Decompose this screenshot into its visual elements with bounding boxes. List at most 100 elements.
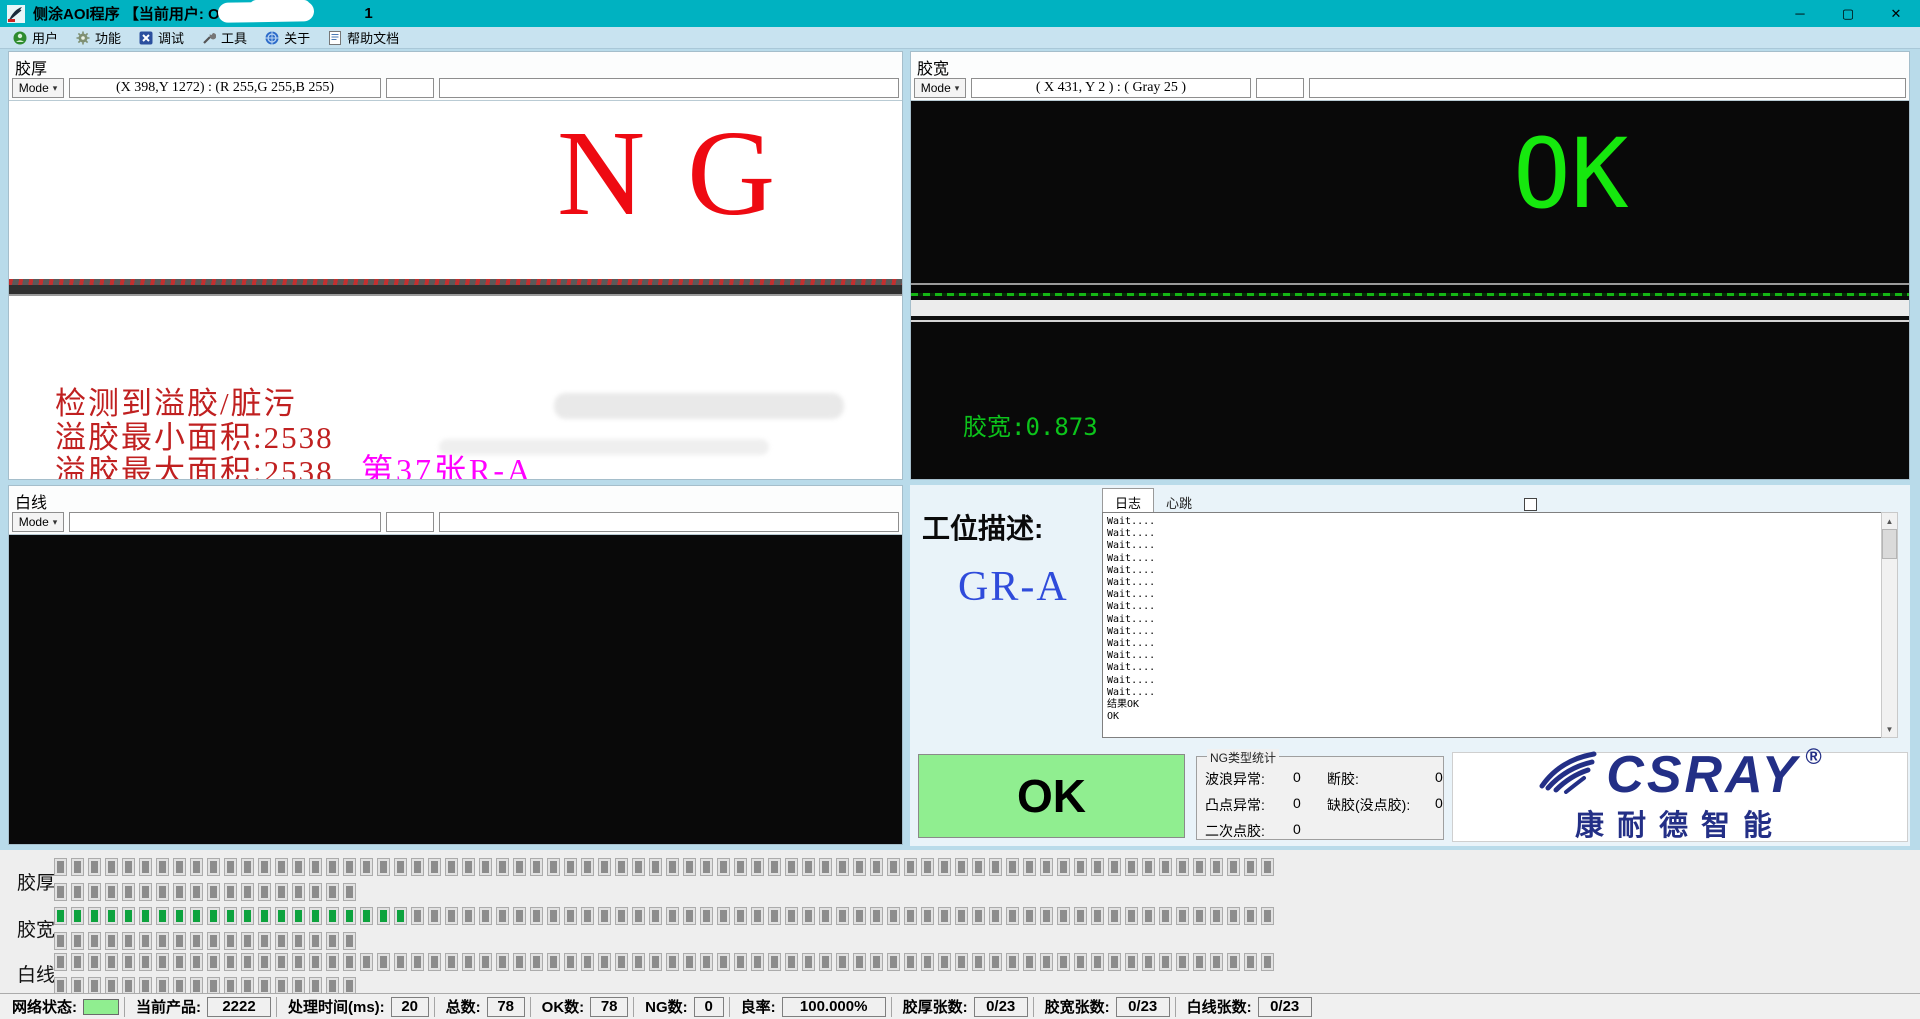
- maximize-button[interactable]: ▢: [1824, 0, 1872, 27]
- mode-dropdown[interactable]: Mode▾: [12, 512, 64, 532]
- status-value: 2222: [207, 997, 271, 1017]
- redaction-scribble: [250, 0, 310, 12]
- title-bar: 侧涂AOI程序 【当前用户: OEM】 编 1 ─ ▢ ✕: [0, 0, 1920, 27]
- panel-title: 白线: [9, 486, 902, 510]
- window-title-suffix: 1: [364, 5, 372, 22]
- progress-cell: [462, 858, 475, 876]
- mode-dropdown[interactable]: Mode▾: [914, 78, 966, 98]
- log-list[interactable]: Wait....Wait....Wait....Wait....Wait....…: [1102, 512, 1898, 738]
- status-label: 胶宽张数:: [1039, 996, 1116, 1017]
- progress-cell: [564, 907, 577, 925]
- progress-cell: [530, 858, 543, 876]
- toolbar-field-small: [1256, 78, 1304, 98]
- progress-cell: [1261, 907, 1274, 925]
- progress-cell: [258, 953, 271, 971]
- scrollbar-thumb[interactable]: [1882, 529, 1897, 559]
- pixel-readout-field: ( X 431, Y 2 ) : ( Gray 25 ): [971, 78, 1251, 98]
- progress-cell: [428, 907, 441, 925]
- progress-cell: [105, 907, 118, 925]
- progress-cell: [190, 883, 203, 901]
- panel-white-line: 白线 Mode▾: [8, 485, 903, 845]
- overall-result-button[interactable]: OK: [918, 754, 1185, 838]
- menu-label: 关于: [284, 28, 310, 47]
- progress-cell: [190, 953, 203, 971]
- stat-value: 0: [1293, 769, 1327, 789]
- menu-item-about[interactable]: 关于: [256, 26, 319, 49]
- progress-cell: [1125, 907, 1138, 925]
- progress-cell: [836, 953, 849, 971]
- menu-item-user[interactable]: 用户: [4, 26, 67, 49]
- progress-cell: [802, 907, 815, 925]
- inspection-image-glue-thickness[interactable]: NG 检测到溢胶/脏污 溢胶最小面积:2538 溢胶最大面积:2538 第37张…: [9, 100, 902, 479]
- progress-cell: [972, 907, 985, 925]
- log-entry: Wait....: [1107, 589, 1893, 601]
- about-icon: [265, 31, 279, 45]
- progress-cell: [1210, 858, 1223, 876]
- progress-row: [54, 883, 356, 901]
- progress-cell: [547, 953, 560, 971]
- progress-cell: [275, 932, 288, 950]
- status-value: 100.000%: [782, 997, 886, 1017]
- progress-cell: [258, 883, 271, 901]
- progress-cell: [105, 883, 118, 901]
- progress-cell: [445, 858, 458, 876]
- progress-cell: [989, 858, 1002, 876]
- scroll-up-arrow-icon[interactable]: ▲: [1882, 513, 1897, 529]
- panel-toolbar: Mode▾: [9, 510, 902, 534]
- progress-cell: [241, 883, 254, 901]
- minimize-button[interactable]: ─: [1776, 0, 1824, 27]
- menu-label: 工具: [221, 28, 247, 47]
- help-doc-icon: [328, 31, 342, 45]
- progress-cell: [496, 953, 509, 971]
- tab-log[interactable]: 日志: [1102, 488, 1154, 512]
- inspection-image-white-line[interactable]: [9, 534, 902, 844]
- stat-label: 断胶:: [1327, 769, 1435, 789]
- mode-label: Mode: [19, 81, 49, 95]
- progress-cell: [241, 907, 254, 925]
- status-divider: [1033, 997, 1034, 1017]
- status-label: 白线张数:: [1181, 996, 1258, 1017]
- log-entry: Wait....: [1107, 650, 1893, 662]
- progress-cell: [615, 953, 628, 971]
- menu-item-help-doc[interactable]: 帮助文档: [319, 26, 408, 49]
- inspection-image-glue-width[interactable]: OK 胶宽:0.873: [911, 100, 1909, 479]
- progress-cell: [972, 858, 985, 876]
- progress-cell: [547, 858, 560, 876]
- log-entry: Wait....: [1107, 516, 1893, 528]
- toolbar-field-long: [439, 512, 899, 532]
- menu-item-tools[interactable]: 工具: [193, 26, 256, 49]
- progress-cell: [241, 858, 254, 876]
- panel-title: 胶厚: [9, 52, 902, 76]
- status-divider: [633, 997, 634, 1017]
- progress-cell: [190, 907, 203, 925]
- progress-cell: [1023, 858, 1036, 876]
- progress-cell: [1091, 953, 1104, 971]
- status-divider: [124, 997, 125, 1017]
- log-checkbox[interactable]: [1524, 498, 1537, 511]
- progress-cell: [479, 858, 492, 876]
- menu-item-debug[interactable]: 调试: [130, 26, 193, 49]
- progress-cell: [462, 907, 475, 925]
- progress-cell: [768, 858, 781, 876]
- panel-glue-thickness: 胶厚 Mode▾ (X 398,Y 1272) : (R 255,G 255,B…: [8, 51, 903, 480]
- mode-dropdown[interactable]: Mode▾: [12, 78, 64, 98]
- tab-heartbeat[interactable]: 心跳: [1154, 491, 1204, 512]
- status-divider: [434, 997, 435, 1017]
- close-button[interactable]: ✕: [1872, 0, 1920, 27]
- log-scrollbar[interactable]: ▲ ▼: [1881, 512, 1898, 738]
- scroll-down-arrow-icon[interactable]: ▼: [1882, 721, 1897, 737]
- menu-item-functions[interactable]: 功能: [67, 26, 130, 49]
- progress-cell: [105, 953, 118, 971]
- overlay-line: 溢胶最小面积:2538: [55, 421, 334, 455]
- progress-cell: [275, 953, 288, 971]
- progress-cell: [615, 858, 628, 876]
- progress-cell: [122, 953, 135, 971]
- progress-cell: [190, 858, 203, 876]
- progress-cell: [955, 858, 968, 876]
- progress-cell: [156, 932, 169, 950]
- progress-cell: [819, 858, 832, 876]
- log-entry: OK: [1107, 711, 1893, 723]
- progress-cell: [734, 907, 747, 925]
- progress-cell: [1244, 953, 1257, 971]
- status-value: 20: [391, 997, 429, 1017]
